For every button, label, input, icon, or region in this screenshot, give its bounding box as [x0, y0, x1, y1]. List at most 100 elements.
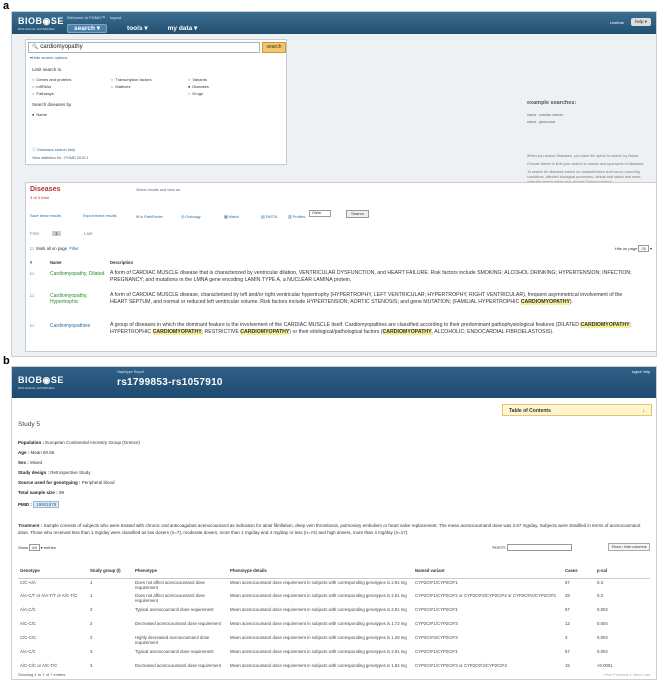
row-checkbox[interactable]: ☐	[30, 293, 34, 299]
results-title: Diseases	[30, 186, 61, 193]
table-row: A/A-C/T or A/A-T/T or A/C-T/C 1 Does not a…	[20, 593, 603, 603]
col-pval[interactable]: p-val	[595, 563, 650, 579]
report-header: BIOB◉SE BIOLOGICAL DATABASES Haplotype Re…	[12, 367, 656, 398]
disease-name[interactable]: Cardiomyopathy, Dilated	[50, 271, 108, 277]
toc-button[interactable]: ↓ Table of Contents	[502, 404, 652, 416]
ontology-link[interactable]: ◎ Ontology	[181, 214, 201, 219]
logout-link[interactable]: logout	[110, 15, 121, 20]
table-row: A/C-C/C or A/C-T/C 3 Decreased acenocoumar…	[20, 663, 613, 668]
disease-name[interactable]: Cardiomyopathy, Hypertrophic	[50, 293, 108, 305]
example-description: When you search Diseases, you have the o…	[527, 154, 645, 184]
hits-per-page[interactable]: Hits on page 25 ▾	[615, 245, 652, 252]
match-link[interactable]: ▦ Match	[224, 214, 239, 219]
col-phenotype-details[interactable]: Phenotype details	[228, 563, 413, 579]
haplotype-table: Genotype Study group (I) Phenotype Pheno…	[18, 563, 650, 676]
panel-b-screenshot: BIOB◉SE BIOLOGICAL DATABASES Haplotype Re…	[11, 366, 657, 680]
col-genotype[interactable]: Genotype	[18, 563, 88, 579]
disease-description: A form of CARDIAC MUSCLE disease, charac…	[110, 292, 623, 305]
panel-label-a: a	[3, 0, 10, 12]
disease-description: A group of diseases in which the dominan…	[110, 322, 632, 335]
panel-a-screenshot: BIOB◉SE BIOLOGICAL DATABASES Welcome to P…	[11, 11, 657, 357]
row-checkbox[interactable]: ☐	[30, 271, 34, 277]
disease-name[interactable]: Cardiomyopathies	[50, 323, 108, 329]
table-row: A/C-C/C 2 Decreased acenocoumarol dose req…	[20, 621, 608, 626]
radio-drugs[interactable]: Drugs	[188, 91, 203, 96]
view-search-button[interactable]: Search	[346, 210, 369, 218]
study-title: Study 5	[18, 421, 41, 428]
row-checkbox[interactable]: ☐	[30, 323, 34, 329]
radio-diseases[interactable]: Diseases	[188, 84, 208, 89]
col-header-name: Name	[50, 260, 62, 265]
example-title: example searches:	[527, 100, 577, 106]
header-links[interactable]: logout help	[632, 370, 650, 374]
welcome-link[interactable]: Welcome to PGMD™	[67, 15, 105, 20]
hide-options-link[interactable]: ▾Hide search options	[30, 55, 67, 60]
example-2[interactable]: name glaucoma	[527, 120, 555, 124]
pmid-field: PMID : 19501879	[18, 501, 60, 508]
table-row: A/A-C/C 2 Typical acenocoumarol dose requi…	[20, 607, 608, 612]
radio-matrixes[interactable]: Matrixes	[111, 84, 130, 89]
limit-label: Limit search to	[32, 67, 62, 72]
show-entries[interactable]: Show All ▾ entries	[18, 544, 56, 551]
design-field: Study design : Retrospective Study	[18, 470, 91, 475]
stats-link[interactable]: View statistics for : PGMD 2015.1	[32, 156, 88, 160]
disease-description: A form of CARDIAC MUSCLE disease that is…	[110, 270, 632, 283]
table-info: Showing 1 to 7 of 7 entries	[18, 672, 66, 677]
profiles-link[interactable]: ▥ Profiles	[288, 214, 305, 219]
arrow-down-icon: ↓	[642, 408, 646, 414]
pathfinder-link[interactable]: ⊕ in PathFinder	[136, 214, 163, 219]
page-number[interactable]: 1	[52, 231, 61, 236]
diseases-results: Diseases 3 of 3 total Select results and…	[25, 182, 656, 352]
radio-mirnas[interactable]: miRNAs	[32, 84, 51, 89]
save-results-link[interactable]: Save these results	[30, 214, 61, 218]
search-input[interactable]: cardiomyopathy	[28, 42, 260, 53]
sex-field: Sex : Mixed	[18, 460, 43, 465]
table-search[interactable]: Search:	[492, 544, 572, 551]
col-header-num: #	[30, 260, 33, 265]
results-count: 3 of 3 total	[30, 195, 49, 200]
panel-label-b: b	[3, 355, 10, 367]
radio-variants[interactable]: Variants	[188, 77, 206, 82]
treatment-text: Treatment : Sample consists of subjects …	[18, 523, 641, 535]
table-row: A/A-C/C 3 Typical acenocoumarol dose requi…	[20, 649, 608, 654]
last-page[interactable]: Last	[84, 231, 93, 236]
top-navbar: BIOB◉SE BIOLOGICAL DATABASES Welcome to P…	[12, 12, 656, 34]
biobase-logo: BIOB◉SE BIOLOGICAL DATABASES	[18, 16, 64, 31]
col-header-desc: Description	[110, 260, 134, 265]
radio-tf[interactable]: Transcription factors	[111, 77, 151, 82]
disease-help-link[interactable]: ⓘ Diseases search help	[32, 147, 75, 153]
total-field: Total sample size : 98	[18, 490, 64, 495]
search-menu[interactable]: search ▾	[67, 24, 108, 33]
radio-name[interactable]: Name	[32, 112, 47, 117]
population-field: Population : European Continental Ancest…	[18, 440, 141, 445]
user-name: Leskhar	[609, 20, 624, 25]
tools-menu[interactable]: tools ▾	[127, 25, 148, 32]
biobase-logo: BIOB◉SE BIOLOGICAL DATABASES	[18, 375, 64, 390]
example-1[interactable]: name ovarian cancer	[527, 113, 564, 117]
source-field: Source used for genotyping : Peripheral …	[18, 480, 115, 485]
search-box: cardiomyopathy search ▾Hide search optio…	[25, 39, 287, 165]
radio-genes[interactable]: Genes and proteins	[32, 77, 71, 82]
select-view-label: Select results and view as:	[136, 188, 181, 192]
help-button[interactable]: help ▾	[630, 18, 651, 26]
report-title: rs1799853-rs1057910	[117, 377, 223, 388]
col-cases[interactable]: Cases	[563, 563, 595, 579]
mark-all[interactable]: ☐ Mark all on page Filter	[30, 246, 79, 252]
view-select[interactable]: Olete	[309, 210, 331, 217]
col-study-group[interactable]: Study group (I)	[88, 563, 133, 579]
table-pager[interactable]: First Previous 1 Next Last	[604, 672, 650, 677]
show-hide-columns-button[interactable]: Show / hide columns	[608, 543, 650, 551]
col-named-variant[interactable]: Named variant	[413, 563, 563, 579]
table-row: C/C-A/A 1 Does not affect acenocoumarol do…	[20, 579, 603, 590]
age-field: Age : Mean 60.56	[18, 450, 55, 455]
col-phenotype[interactable]: Phenotype	[133, 563, 228, 579]
fasta-link[interactable]: ▤ FASTA	[261, 214, 277, 219]
search-button[interactable]: search	[262, 42, 286, 53]
table-row: C/C-C/C 2 Highly decreased acenocoumarol d…	[20, 635, 608, 645]
radio-pathways[interactable]: Pathways	[32, 91, 53, 96]
mydata-menu[interactable]: my data ▾	[168, 25, 198, 32]
report-type: Haplotype Report	[117, 370, 145, 374]
pmid-link[interactable]: 19501879	[33, 501, 60, 508]
export-results-link[interactable]: Export these results	[83, 214, 117, 218]
first-page[interactable]: First	[30, 231, 39, 236]
